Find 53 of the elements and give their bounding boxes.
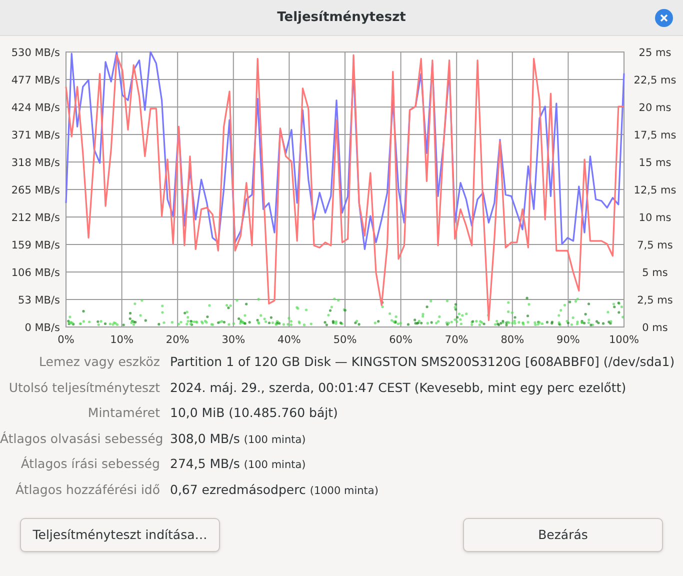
- close-icon: [660, 14, 668, 22]
- close-dialog-button[interactable]: Bezárás: [463, 518, 663, 552]
- axis-label: 106 MB/s: [11, 267, 60, 279]
- axis-label: 100%: [608, 334, 640, 345]
- axis-label: 22,5 ms: [634, 74, 676, 86]
- detail-label: Utolsó teljesítményteszt: [8, 378, 161, 397]
- axis-label: 25 ms: [638, 47, 672, 59]
- axis-label: 318 MB/s: [11, 157, 60, 169]
- axis-label: 17,5 ms: [634, 130, 676, 142]
- sample-count: (100 minta): [244, 458, 306, 473]
- axis-label: 10 ms: [638, 212, 672, 224]
- axis-label: 40%: [278, 334, 301, 345]
- axis-label: 371 MB/s: [11, 130, 60, 142]
- detail-value: 0,67 ezredmásodperc: [170, 480, 306, 499]
- axis-label: 50%: [333, 334, 357, 345]
- axis-label: 424 MB/s: [11, 102, 60, 114]
- axis-label: 2,5 ms: [637, 294, 673, 306]
- axis-label: 0%: [58, 334, 74, 345]
- axis-label: 12,5 ms: [634, 184, 676, 196]
- axis-label: 90%: [556, 334, 580, 345]
- start-benchmark-button[interactable]: Teljesítményteszt indítása…: [20, 518, 220, 552]
- detail-label: Átlagos írási sebesség: [20, 455, 161, 473]
- detail-label: Átlagos olvasási sebesség: [0, 430, 164, 448]
- axis-label: 10%: [110, 334, 134, 345]
- detail-label: Átlagos hozzáférési idő: [14, 480, 161, 499]
- axis-label: 60%: [389, 334, 412, 345]
- window-title: Teljesítményteszt: [277, 8, 406, 27]
- axis-label: 15 ms: [638, 157, 672, 169]
- detail-value: 308,0 MB/s: [170, 430, 240, 448]
- detail-value: 10,0 MiB (10.485.760 bájt): [170, 404, 338, 422]
- detail-label: Mintaméret: [86, 404, 161, 422]
- detail-value: 2024. máj. 29., szerda, 00:01:47 CEST (Kevesebb, mint egy perc ezelőtt): [170, 378, 626, 397]
- axis-label: 20 ms: [638, 102, 672, 114]
- detail-value: 274,5 MB/s: [170, 455, 240, 473]
- axis-label: 212 MB/s: [11, 212, 60, 224]
- axis-label: 159 MB/s: [11, 240, 60, 252]
- axis-label: 7,5 ms: [637, 240, 673, 252]
- close-button[interactable]: [655, 9, 673, 27]
- axis-label: 530 MB/s: [11, 47, 60, 59]
- axis-label: 0 ms: [642, 322, 668, 334]
- sample-count: (100 minta): [244, 432, 306, 448]
- axis-label: 30%: [222, 334, 246, 345]
- sample-count: (1000 minta): [310, 484, 378, 498]
- axis-label: 20%: [166, 334, 190, 345]
- detail-label: Lemez vagy eszköz: [38, 353, 161, 371]
- axis-label: 70%: [444, 334, 468, 345]
- axis-label: 53 MB/s: [18, 294, 60, 306]
- axis-label: 265 MB/s: [11, 184, 60, 196]
- axis-label: 477 MB/s: [11, 74, 60, 86]
- axis-label: 0 MB/s: [24, 322, 60, 334]
- axis-label: 80%: [500, 334, 524, 345]
- detail-value: Partition 1 of 120 GB Disk — KINGSTON SMS200S3120G [608ABBF0] (/dev/sda1): [170, 353, 675, 371]
- axis-label: 5 ms: [642, 267, 668, 279]
